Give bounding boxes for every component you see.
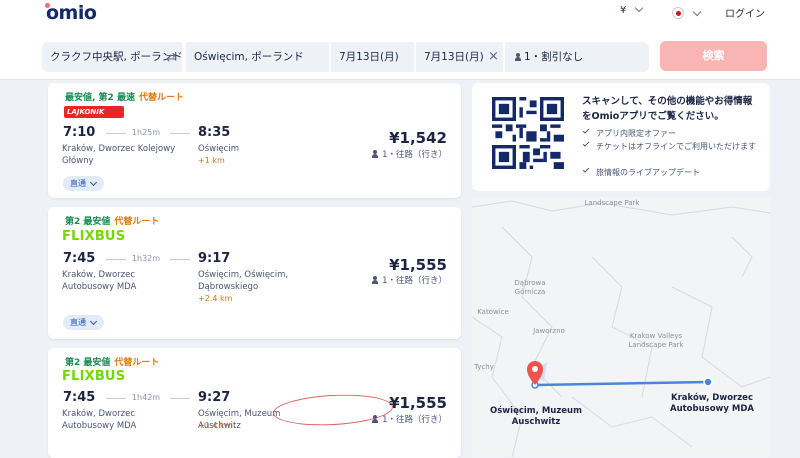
origin-input[interactable]: クラクフ中央駅, ポーランド xyxy=(42,42,182,72)
walk-distance: +2.4 km xyxy=(198,294,233,303)
japan-flag-icon xyxy=(672,7,684,19)
route-map[interactable]: Landscape Park Dąbrowa Górnicza Katowice… xyxy=(472,197,770,457)
carrier-logo: FLIXBUS xyxy=(62,229,126,244)
map-label: Tychy xyxy=(474,363,494,371)
departure-time: 7:45 xyxy=(63,251,96,266)
trip-info: 1・往路（行き） xyxy=(372,413,447,425)
promo-title: スキャンして、その他の機能やお得情報をOmioアプリでご覧ください。 xyxy=(582,96,753,122)
currency-label: ¥ xyxy=(620,5,627,16)
result-card[interactable]: 第2 最安値 代替ルート FLIXBUS 7:45 1h42m 9:27 Krak… xyxy=(48,348,461,458)
badge-alt-route: 代替ルート xyxy=(138,93,184,103)
omio-logo[interactable]: omio xyxy=(46,2,97,24)
badge-alt-route: 代替ルート xyxy=(114,358,160,368)
direct-label: 直通 xyxy=(70,179,86,188)
price: ¥1,555 xyxy=(389,256,447,274)
swap-icon[interactable]: ⇄ xyxy=(166,42,176,72)
trip-label: 1・往路（行き） xyxy=(382,415,447,425)
passengers-label: 1・割引なし xyxy=(524,51,584,63)
check-icon xyxy=(582,140,590,147)
person-icon xyxy=(372,415,379,423)
trip-label: 1・往路（行き） xyxy=(382,276,447,286)
departure-date-input[interactable]: 7月13日(月) xyxy=(331,42,414,72)
promo-bullet-text: チケットはオフラインでご利用いただけます xyxy=(596,142,756,151)
badge-cheapest: 最安値, 第2 最速 xyxy=(65,93,135,103)
departure-time: 7:45 xyxy=(63,390,96,405)
destination-input[interactable]: Oświęcim, ポーランド xyxy=(186,42,329,72)
top-header: omio ¥ ログイン xyxy=(0,0,800,34)
origin-label: Kraków, Dworzec Autobusowy MDA xyxy=(669,393,754,414)
result-tags: 第2 最安値 代替ルート xyxy=(65,214,159,227)
chevron-down-icon xyxy=(89,178,98,187)
departure-station: Kraków, Dworzec Autobusowy MDA xyxy=(62,270,137,292)
map-label: Landscape Park xyxy=(584,199,640,207)
duration-line xyxy=(170,259,190,260)
person-icon xyxy=(372,150,379,158)
clear-return-icon[interactable]: × xyxy=(488,42,499,72)
badge-cheapest: 第2 最安値 xyxy=(65,217,111,227)
departure-station: Kraków, Dworzec Autobusowy MDA xyxy=(62,409,137,431)
arrival-time: 9:17 xyxy=(198,251,231,266)
direct-label: 直通 xyxy=(70,318,86,327)
arrival-time: 9:27 xyxy=(198,390,231,405)
map-label: Jaworzno xyxy=(533,327,565,335)
trip-label: 1・往路（行き） xyxy=(382,150,447,160)
duration-line xyxy=(170,398,190,399)
destination-label: Oświęcim, Muzeum Auschwitz xyxy=(490,406,582,427)
chevron-down-icon xyxy=(635,3,644,13)
carrier-logo: LAJKONIK BUS.PL xyxy=(64,106,124,128)
departure-time: 7:10 xyxy=(63,125,96,140)
destination-pin xyxy=(527,361,543,385)
login-link[interactable]: ログイン xyxy=(725,5,765,20)
result-card[interactable]: 第2 最安値 代替ルート FLIXBUS 7:45 1h32m 9:17 Krak… xyxy=(48,207,461,339)
walk-distance: +1 km xyxy=(198,156,225,165)
promo-bullet: アプリ内限定オファー xyxy=(582,127,760,139)
result-tags: 第2 最安値 代替ルート xyxy=(65,355,159,368)
search-button[interactable]: 検索 xyxy=(660,41,767,71)
origin-marker xyxy=(703,377,713,387)
walk-distance: +1.4 km xyxy=(198,421,233,430)
qr-code-icon xyxy=(492,97,564,169)
person-icon xyxy=(515,53,521,61)
badge-alt-route: 代替ルート xyxy=(114,217,160,227)
promo-bullet-text: 旅情報のライブアップデート xyxy=(596,168,700,177)
direct-toggle[interactable]: 直通 xyxy=(63,176,104,191)
map-label: Katowice xyxy=(477,308,509,316)
map-label: Dąbrowa Górnicza xyxy=(514,279,546,296)
language-selector[interactable] xyxy=(672,5,702,20)
badge-cheapest: 第2 最安値 xyxy=(65,358,111,368)
arrival-time: 8:35 xyxy=(198,125,231,140)
promo-bullet-text: アプリ内限定オファー xyxy=(596,129,676,138)
person-icon xyxy=(372,276,379,284)
arrival-station: Oświęcim xyxy=(198,144,239,154)
check-icon xyxy=(582,166,590,173)
result-tags: 最安値, 第2 最速 代替ルート xyxy=(65,90,184,103)
result-card[interactable]: 最安値, 第2 最速 代替ルート LAJKONIK BUS.PL 7:10 1h2… xyxy=(48,83,461,198)
trip-info: 1・往路（行き） xyxy=(372,274,447,286)
check-icon xyxy=(582,127,590,134)
price: ¥1,542 xyxy=(389,129,447,147)
arrival-station: Oświęcim, Oświęcim, Dąbrowskiego xyxy=(198,270,289,292)
app-promo-panel: スキャンして、その他の機能やお得情報をOmioアプリでご覧ください。 アプリ内限… xyxy=(472,83,770,191)
departure-station: Kraków, Dworzec Kolejowy Główny xyxy=(62,144,176,166)
map-label: Krakow Valleys Landscape Park xyxy=(628,332,684,349)
promo-bullet: 旅情報のライブアップデート xyxy=(582,166,760,178)
chevron-down-icon xyxy=(89,317,98,326)
duration-line xyxy=(170,133,190,134)
route-line xyxy=(534,380,709,387)
promo-bullet: チケットはオフラインでご利用いただけます xyxy=(582,140,760,152)
chevron-down-icon xyxy=(692,7,702,17)
passengers-input[interactable]: 1・割引なし xyxy=(505,42,649,72)
currency-selector[interactable]: ¥ xyxy=(620,3,644,16)
price: ¥1,555 xyxy=(389,394,447,412)
carrier-logo: FLIXBUS xyxy=(62,369,126,384)
direct-toggle[interactable]: 直通 xyxy=(63,315,104,330)
trip-info: 1・往路（行き） xyxy=(372,148,447,160)
